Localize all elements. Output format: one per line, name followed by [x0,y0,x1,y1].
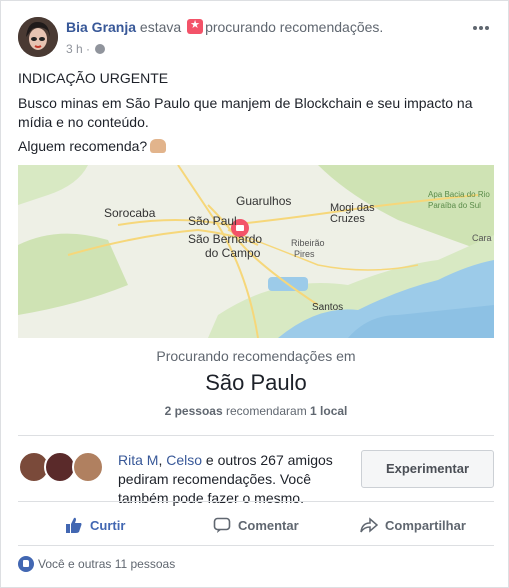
map-label-apa: Apa Bacia do Rio [428,190,490,199]
avatar[interactable] [72,451,104,483]
likes-text[interactable]: Você e outras 11 pessoas [38,557,175,571]
divider [18,545,494,546]
location-map[interactable]: Guarulhos Sorocaba São Paul São Bernardo… [18,165,494,338]
post-timestamp[interactable]: 3 h [66,42,83,56]
share-button[interactable]: Compartilhar [360,514,466,536]
map-label-santos: Santos [312,302,343,313]
like-button[interactable]: Curtir [65,514,125,536]
meta-separator: · [82,42,94,56]
divider [18,435,494,436]
comment-button[interactable]: Comentar [213,514,299,536]
friend-avatars [18,451,108,485]
recommendation-subtitle: Procurando recomendações em [156,348,356,364]
comment-icon [213,517,231,533]
post-text-body: Busco minas em São Paulo que manjem de B… [18,95,473,130]
share-icon [360,517,378,533]
share-label: Compartilhar [385,517,466,533]
thumbs-up-icon [66,517,82,533]
author-avatar[interactable] [18,17,58,57]
places-count[interactable]: 1 local [310,404,347,418]
post-header: Bia Granja estava procurando recomendaçõ… [66,18,384,35]
map-label-sao-bernardo: São Bernardo [188,232,262,246]
activity-text: procurando recomendações. [205,19,384,35]
author-name[interactable]: Bia Granja [66,19,136,35]
map-label-ribeirao: Ribeirão [291,238,325,248]
people-count[interactable]: 2 pessoas [165,404,223,418]
map-label-cara: Cara [472,233,492,243]
post-card: Bia Granja estava procurando recomendaçõ… [0,0,509,588]
divider [18,501,494,502]
post-meta: 3 h · [66,42,106,56]
status-verb: estava [139,19,182,35]
globe-icon[interactable] [95,44,106,54]
map-label-pires: Pires [294,249,315,259]
comment-label: Comentar [238,517,299,533]
raised-hands-icon [150,139,167,153]
more-options-icon[interactable] [473,17,491,31]
recommendation-city[interactable]: São Paulo [18,370,494,396]
like-reaction-icon [18,556,34,572]
question-text: Alguem recomenda? [18,138,148,154]
recommendation-icon [187,18,204,34]
recommendation-stats: 2 pessoas recomendaram 1 local [18,404,494,418]
map-label-sorocaba: Sorocaba [104,206,156,220]
map-label-cruzes: Cruzes [330,213,365,225]
friend-link-celso[interactable]: Celso [166,452,202,468]
friend-link-rita[interactable]: Rita M [118,452,158,468]
map-label-paraiba: Paraíba do Sul [428,201,481,210]
like-label: Curtir [90,517,126,533]
post-text-title: INDICAÇÃO URGENTE [18,70,169,86]
post-text-question: Alguem recomenda? [18,137,496,156]
friends-recommendation-text: Rita M, Celso e outros 267 amigos pedira… [118,451,350,508]
map-label-do-campo: do Campo [205,246,261,260]
try-button[interactable]: Experimentar [361,450,494,488]
recommended-text: recomendaram [225,404,307,418]
likes-summary[interactable]: Você e outras 11 pessoas [18,556,175,572]
map-label-guarulhos: Guarulhos [236,194,291,208]
map-label-sao-paulo: São Paul [188,214,237,228]
